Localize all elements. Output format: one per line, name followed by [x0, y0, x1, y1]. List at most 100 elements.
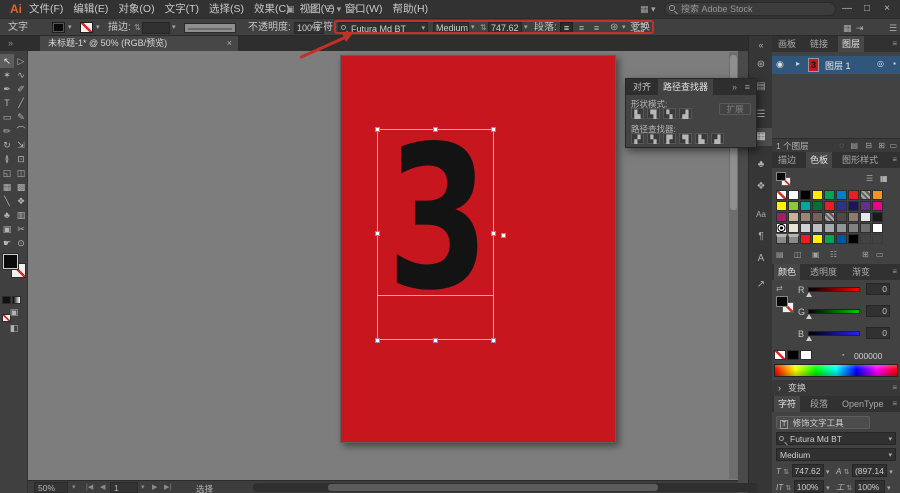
layer-target-icon[interactable]: ◎ — [877, 59, 884, 68]
none-swatch[interactable] — [774, 350, 786, 360]
cb-collapse-icon[interactable]: ⇥ — [856, 23, 864, 34]
mesh-tool[interactable]: ▦ — [0, 180, 14, 194]
layer-thumbnail[interactable]: 3 — [808, 58, 819, 72]
hex-value[interactable]: 000000 — [854, 351, 882, 361]
intersect-icon[interactable]: ▚ — [663, 108, 676, 119]
color-spectrum-bar[interactable] — [774, 364, 898, 377]
blend-tool[interactable]: ❖ — [14, 194, 28, 208]
caret-down-icon[interactable]: ▾ — [826, 485, 830, 492]
swatches-fill-stroke[interactable] — [776, 172, 792, 188]
symbol-sprayer-tool[interactable]: ♣ — [0, 208, 14, 222]
draw-mode-button[interactable]: ▣ — [7, 305, 21, 319]
leading-value[interactable]: (897.14 — [851, 464, 887, 477]
swatch[interactable] — [788, 212, 799, 222]
trim-icon[interactable]: ▚ — [647, 133, 660, 144]
tab-stroke[interactable]: 描边 — [774, 152, 800, 168]
new-swatch-icon[interactable]: ▭ — [876, 248, 884, 262]
tab-transparency[interactable]: 透明度 — [806, 264, 841, 280]
font-size-value[interactable]: 747.62 — [791, 464, 824, 477]
swatch-none[interactable] — [776, 190, 787, 200]
selection-handle[interactable] — [375, 338, 380, 343]
black-swatch[interactable] — [787, 350, 799, 360]
menu-type[interactable]: 文字(T) — [160, 0, 204, 18]
grid-view-icon[interactable]: ▦ — [880, 174, 888, 183]
vertical-scale-value[interactable]: 100% — [793, 480, 824, 493]
gradient-button[interactable] — [12, 296, 21, 304]
new-sublayer-icon[interactable]: ⊟ — [865, 139, 872, 153]
swatch[interactable] — [824, 234, 835, 244]
tab-swatches[interactable]: 色板 — [806, 152, 833, 168]
swatch-group-folder[interactable] — [776, 234, 787, 244]
stock-search-input[interactable]: 搜索 Adobe Stock — [664, 2, 836, 16]
menu-window[interactable]: 窗口(W) — [340, 0, 388, 18]
lasso-tool[interactable]: ∿ — [14, 68, 28, 82]
char-font-style-field[interactable]: Medium ▾ — [776, 448, 896, 461]
touch-type-tool-button[interactable]: T 修饰文字工具 — [776, 416, 870, 429]
cb-dock-icon[interactable]: ▦ — [843, 23, 852, 34]
direct-selection-tool[interactable]: ▷ — [14, 54, 28, 68]
rectangle-tool[interactable]: ▭ — [0, 110, 14, 124]
tab-pathfinder[interactable]: 路径查找器 — [658, 79, 714, 95]
tab-close-icon[interactable]: × — [227, 36, 232, 51]
pencil-tool[interactable]: ✏ — [0, 124, 14, 138]
swatch-options-icon[interactable]: ☷ — [830, 248, 837, 262]
character-styles-panel-icon[interactable]: A — [749, 250, 773, 268]
layer-expand-icon[interactable]: ▸ — [796, 59, 800, 68]
new-layer-icon[interactable]: ⊞ — [878, 139, 885, 153]
unite-icon[interactable]: ▙ — [631, 108, 644, 119]
paintbrush-tool[interactable]: ✎ — [14, 110, 28, 124]
swatch-themes-icon[interactable]: ◫ — [794, 248, 802, 262]
tab-paragraph[interactable]: 段落 — [806, 396, 832, 412]
swatch-group-folder[interactable] — [788, 234, 799, 244]
new-color-group-icon[interactable]: ⊞ — [862, 248, 869, 262]
swatch[interactable] — [812, 201, 823, 211]
artboard-number-field[interactable]: 1 — [110, 482, 138, 493]
layer-name[interactable]: 图层 1 — [825, 59, 851, 72]
scale-tool[interactable]: ⇲ — [14, 138, 28, 152]
selection-handle[interactable] — [491, 231, 496, 236]
make-mask-icon[interactable]: ▤ — [850, 139, 858, 153]
horizontal-scrollbar[interactable] — [253, 483, 758, 492]
hand-tool[interactable]: ☛ — [0, 236, 14, 250]
layer-row[interactable]: ◉ ▸ 3 图层 1 ◎ ▪ — [772, 56, 900, 74]
swatch-libraries-icon[interactable]: ▤ — [776, 248, 784, 262]
font-size-control[interactable]: T ⇅ 747.62 ▾ — [776, 464, 836, 477]
tab-links[interactable]: 链接 — [806, 36, 832, 52]
swatch[interactable] — [812, 223, 823, 233]
fill-color-swatch[interactable] — [52, 22, 65, 33]
stepper-icon[interactable]: ⇅ — [785, 485, 791, 492]
layers-panel-menu-icon[interactable]: ≡ — [892, 39, 897, 48]
swatch-pattern[interactable] — [860, 190, 871, 200]
perspective-grid-tool[interactable]: ◫ — [14, 166, 28, 180]
tab-layers[interactable]: 图层 — [838, 36, 865, 52]
stepper-icon[interactable]: ⇅ — [783, 469, 789, 476]
layer-visibility-icon[interactable]: ◉ — [776, 59, 784, 70]
next-artboard-icon[interactable]: ▶ — [152, 482, 157, 493]
outline-icon[interactable]: ▙ — [695, 133, 708, 144]
swatch[interactable] — [872, 201, 883, 211]
green-slider[interactable] — [808, 309, 860, 314]
shape-builder-tool[interactable]: ◱ — [0, 166, 14, 180]
minimize-button[interactable]: — — [838, 0, 856, 18]
caret-down-icon[interactable]: ▾ — [826, 469, 830, 476]
swatch[interactable] — [836, 234, 847, 244]
transform-title[interactable]: 变换 — [784, 380, 810, 396]
stepper-icon[interactable]: ⇅ — [844, 469, 850, 476]
fill-caret-icon[interactable]: ▾ — [68, 23, 72, 31]
swatches-fill-icon[interactable] — [776, 172, 786, 181]
stroke-weight-field[interactable] — [142, 22, 170, 34]
swatch[interactable] — [872, 212, 883, 222]
gradient-tool[interactable]: ▩ — [14, 180, 28, 194]
rotate-tool[interactable]: ↻ — [0, 138, 14, 152]
red-value-field[interactable]: 0 — [866, 283, 890, 295]
swatch-kinds-icon[interactable]: ▣ — [812, 248, 820, 262]
swatch[interactable] — [800, 201, 811, 211]
minus-back-icon[interactable]: ▟ — [711, 133, 724, 144]
stroke-color-swatch[interactable] — [80, 22, 93, 33]
swatch[interactable] — [872, 190, 883, 200]
leading-control[interactable]: A ⇅ (897.14 ▾ — [836, 464, 896, 477]
locate-object-icon[interactable]: ◌ — [839, 139, 844, 153]
swatch[interactable] — [788, 190, 799, 200]
swatch[interactable] — [788, 201, 799, 211]
selection-handle[interactable] — [433, 127, 438, 132]
